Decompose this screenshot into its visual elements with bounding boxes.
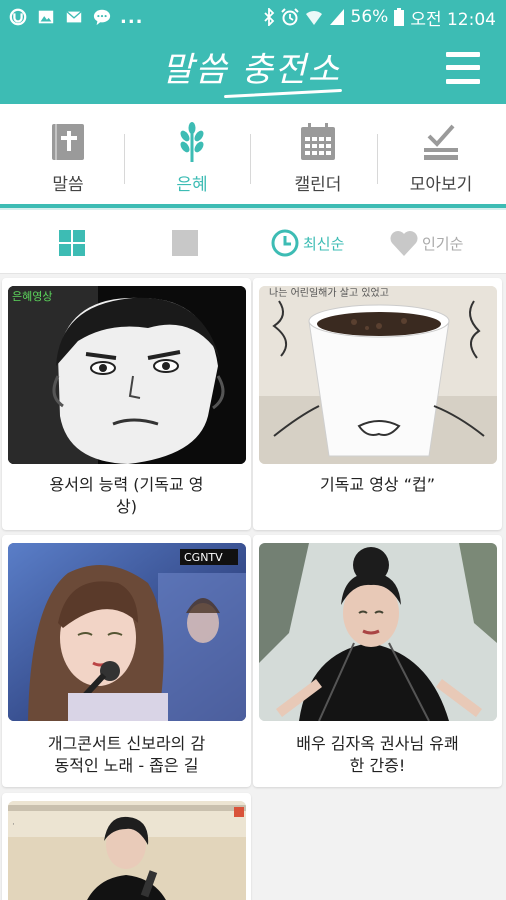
channel-watermark: CGNTV [184, 551, 223, 564]
video-thumbnail: CGNTV [8, 543, 246, 721]
tab-separator [250, 134, 251, 184]
video-title: 기독교 영상 “컵” [273, 474, 482, 496]
sort-recent-button[interactable]: 최신순 [270, 226, 344, 260]
tab-grace[interactable]: 은혜 [129, 104, 255, 204]
battery-icon [394, 8, 405, 26]
clock: 오전 12:04 [410, 9, 496, 30]
video-title-line: 상) [116, 497, 137, 516]
clock-icon [271, 229, 299, 257]
video-title-line: 용서의 능력 (기독교 영 [49, 475, 204, 494]
view-sort-bar: 최신순 인기순 [0, 210, 506, 274]
list-view-icon[interactable] [172, 230, 198, 256]
video-title: 배우 김자옥 권사님 유쾌 한 간증! [273, 733, 482, 777]
battery-percent: 56% [350, 7, 389, 27]
video-card[interactable]: · [2, 793, 251, 900]
grid-view-icon[interactable] [59, 230, 85, 256]
wheat-icon [180, 122, 204, 162]
video-title-line: 동적인 노래 - 좁은 길 [54, 756, 199, 775]
video-card[interactable]: CGNTV 개그콘서트 신보라의 감 동적인 노래 - 좁은 길 [2, 535, 251, 787]
bluetooth-icon [263, 8, 274, 26]
app-logo[interactable]: 말씀 충전소 [162, 40, 342, 100]
wifi-icon [305, 10, 322, 25]
video-card[interactable]: 은혜영상 용서의 능력 (기독교 영 상) [2, 278, 251, 530]
logo-underline [224, 88, 342, 99]
more-notifications: ... [120, 6, 144, 28]
video-title: 용서의 능력 (기독교 영 상) [22, 474, 231, 518]
signal-icon [329, 9, 344, 25]
sort-popular-label: 인기순 [422, 234, 464, 253]
alarm-icon [280, 8, 299, 26]
video-thumbnail [259, 543, 497, 721]
hamburger-menu-icon[interactable] [446, 51, 480, 85]
tab-collection-label: 모아보기 [409, 175, 473, 195]
video-card[interactable]: 나는 어린일해가 살고 있었고 기독교 영상 “컵” [253, 278, 502, 530]
video-title-line: 한 간증! [349, 756, 406, 775]
status-bar: ... 56% 오전 12:04 [0, 0, 506, 34]
video-title-line: 개그콘서트 신보라의 감 [47, 734, 206, 753]
video-card[interactable]: 배우 김자옥 권사님 유쾌 한 간증! [253, 535, 502, 787]
video-title-line: 배우 김자옥 권사님 유쾌 [296, 734, 459, 753]
mail-icon [66, 11, 82, 23]
check-tray-icon [424, 124, 458, 160]
bible-icon [52, 124, 84, 160]
video-thumbnail: 나는 어린일해가 살고 있었고 [259, 286, 497, 464]
gallery-icon [38, 10, 54, 24]
thumbnail-caption: 나는 어린일해가 살고 있었고 [269, 286, 389, 299]
tab-word[interactable]: 말씀 [5, 104, 131, 204]
tab-calendar-label: 캘린더 [294, 175, 342, 195]
tab-collection[interactable]: 모아보기 [378, 104, 504, 204]
app-notification-icon [9, 8, 27, 26]
sort-popular-button[interactable]: 인기순 [389, 226, 463, 260]
svg-text:·: · [12, 820, 15, 830]
tab-word-label: 말씀 [52, 175, 84, 195]
sort-recent-label: 최신순 [303, 234, 345, 253]
video-title: 개그콘서트 신보라의 감 동적인 노래 - 좁은 길 [22, 733, 231, 777]
video-title-line: 기독교 영상 “컵” [319, 475, 436, 494]
app-logo-text: 말씀 충전소 [162, 50, 342, 90]
chat-icon [93, 9, 111, 26]
category-tabs: 말씀 은혜 캘린더 모아보기 [0, 104, 506, 204]
tab-separator [124, 134, 125, 184]
tab-grace-label: 은혜 [176, 175, 208, 195]
thumbnail-caption: 은혜영상 [12, 290, 52, 303]
tab-calendar[interactable]: 캘린더 [255, 104, 381, 204]
calendar-icon [301, 123, 335, 160]
app-header: 말씀 충전소 [0, 34, 506, 104]
video-thumbnail: 은혜영상 [8, 286, 246, 464]
video-thumbnail: · [8, 801, 246, 900]
heart-icon [390, 231, 418, 256]
